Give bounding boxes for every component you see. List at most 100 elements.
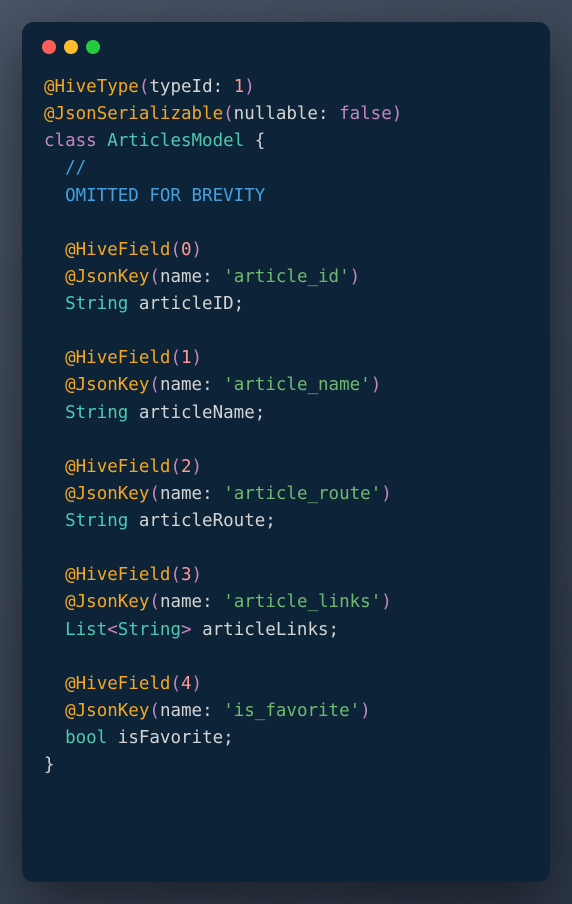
lparen: ( [149, 484, 160, 504]
colon: : [202, 267, 213, 287]
string-article-name: 'article_name' [223, 375, 371, 395]
colon: : [202, 484, 213, 504]
type-bool: bool [65, 728, 107, 748]
rbrace: } [44, 755, 55, 775]
annotation-jsonkey: JsonKey [76, 592, 150, 612]
lparen: ( [149, 375, 160, 395]
annotation-hivetype: HiveType [55, 77, 139, 97]
colon: : [318, 104, 329, 124]
maximize-icon[interactable] [86, 40, 100, 54]
rparen: ) [192, 565, 203, 585]
rparen: ) [192, 240, 203, 260]
param-name: name [160, 484, 202, 504]
at-symbol: @ [65, 348, 76, 368]
annotation-hivefield: HiveField [76, 565, 171, 585]
number-3: 3 [181, 565, 192, 585]
field-isFavorite: isFavorite [118, 728, 223, 748]
string-is-favorite: 'is_favorite' [223, 701, 360, 721]
param-name: name [160, 701, 202, 721]
param-typeid: typeId [149, 77, 212, 97]
class-name: ArticlesModel [107, 131, 244, 151]
code-window: @HiveType(typeId: 1) @JsonSerializable(n… [22, 22, 550, 882]
number-1: 1 [181, 348, 192, 368]
param-name: name [160, 267, 202, 287]
type-string: String [65, 511, 128, 531]
string-article-id: 'article_id' [223, 267, 349, 287]
param-name: name [160, 592, 202, 612]
lbrace: { [255, 131, 266, 151]
rparen: ) [381, 484, 392, 504]
lparen: ( [170, 674, 181, 694]
code-block: @HiveType(typeId: 1) @JsonSerializable(n… [22, 64, 550, 801]
at-symbol: @ [65, 484, 76, 504]
lparen: ( [170, 348, 181, 368]
at-symbol: @ [65, 701, 76, 721]
rparen: ) [350, 267, 361, 287]
lparen: ( [223, 104, 234, 124]
annotation-hivefield: HiveField [76, 348, 171, 368]
colon: : [202, 701, 213, 721]
at-symbol: @ [65, 267, 76, 287]
annotation-jsonkey: JsonKey [76, 701, 150, 721]
at-symbol: @ [65, 674, 76, 694]
number-0: 0 [181, 240, 192, 260]
field-articleRoute: articleRoute [139, 511, 265, 531]
semi: ; [265, 511, 276, 531]
lt: < [107, 620, 118, 640]
titlebar [22, 22, 550, 64]
param-nullable: nullable [234, 104, 318, 124]
rparen: ) [192, 348, 203, 368]
field-articleName: articleName [139, 403, 255, 423]
lparen: ( [170, 240, 181, 260]
rparen: ) [360, 701, 371, 721]
at-symbol: @ [65, 240, 76, 260]
semi: ; [234, 294, 245, 314]
lparen: ( [149, 267, 160, 287]
comment-slash: // [65, 158, 86, 178]
at-symbol: @ [65, 375, 76, 395]
semi: ; [329, 620, 340, 640]
at-symbol: @ [65, 592, 76, 612]
lparen: ( [170, 457, 181, 477]
comment-text: OMITTED FOR BREVITY [65, 186, 265, 206]
at-symbol: @ [65, 565, 76, 585]
number-2: 2 [181, 457, 192, 477]
lparen: ( [170, 565, 181, 585]
keyword-class: class [44, 131, 97, 151]
rparen: ) [192, 457, 203, 477]
string-article-links: 'article_links' [223, 592, 381, 612]
semi: ; [223, 728, 234, 748]
annotation-jsonkey: JsonKey [76, 375, 150, 395]
type-list: List [65, 620, 107, 640]
field-articleID: articleID [139, 294, 234, 314]
annotation-jsonserializable: JsonSerializable [55, 104, 224, 124]
number-4: 4 [181, 674, 192, 694]
field-articleLinks: articleLinks [202, 620, 328, 640]
type-string: String [65, 403, 128, 423]
annotation-jsonkey: JsonKey [76, 484, 150, 504]
annotation-hivefield: HiveField [76, 457, 171, 477]
rparen: ) [244, 77, 255, 97]
colon: : [213, 77, 224, 97]
annotation-hivefield: HiveField [76, 674, 171, 694]
colon: : [202, 375, 213, 395]
rparen: ) [392, 104, 403, 124]
at-symbol: @ [65, 457, 76, 477]
lparen: ( [149, 701, 160, 721]
minimize-icon[interactable] [64, 40, 78, 54]
string-article-route: 'article_route' [223, 484, 381, 504]
type-string: String [118, 620, 181, 640]
type-string: String [65, 294, 128, 314]
semi: ; [255, 403, 266, 423]
annotation-hivefield: HiveField [76, 240, 171, 260]
rparen: ) [192, 674, 203, 694]
annotation-jsonkey: JsonKey [76, 267, 150, 287]
param-name: name [160, 375, 202, 395]
rparen: ) [381, 592, 392, 612]
rparen: ) [371, 375, 382, 395]
close-icon[interactable] [42, 40, 56, 54]
gt: > [181, 620, 192, 640]
at-symbol: @ [44, 77, 55, 97]
number-1: 1 [234, 77, 245, 97]
at-symbol: @ [44, 104, 55, 124]
